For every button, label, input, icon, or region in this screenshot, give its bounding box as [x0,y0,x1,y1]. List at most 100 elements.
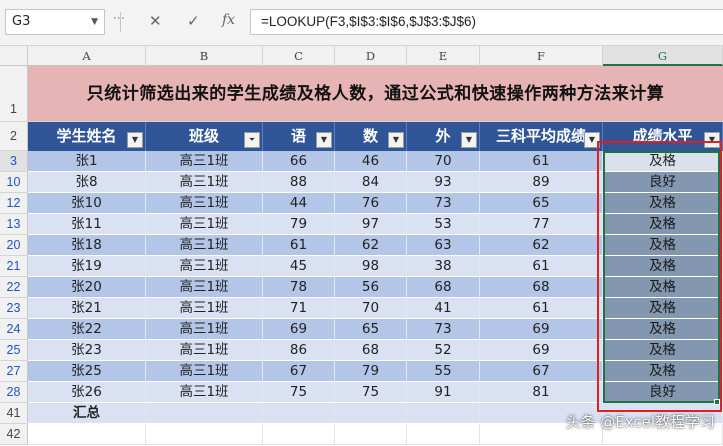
filter-active-icon[interactable]: ⏷ [244,132,260,148]
cell-a[interactable]: 张11 [28,214,146,235]
header-cell-f[interactable]: 三科平均成绩 ▼ [480,122,603,151]
cell-c[interactable]: 71 [263,298,335,319]
cell-f[interactable]: 89 [480,172,603,193]
row-header[interactable]: 27 [0,361,28,382]
cell-g[interactable]: 及格 [603,319,723,340]
cell-d[interactable]: 84 [335,172,407,193]
column-header-g[interactable]: G [603,46,723,66]
row-header[interactable]: 20 [0,235,28,256]
header-cell-b[interactable]: 班级 ⏷ [146,122,263,151]
header-cell-g[interactable]: 成绩水平 ▼ [603,122,723,151]
row-header[interactable]: 28 [0,382,28,403]
header-cell-e[interactable]: 外 ▼ [407,122,480,151]
row-header[interactable]: 23 [0,298,28,319]
cell-d[interactable]: 46 [335,151,407,172]
cell-a[interactable]: 张21 [28,298,146,319]
cell-e[interactable]: 63 [407,235,480,256]
select-all-corner[interactable] [0,46,28,66]
cell-e[interactable]: 53 [407,214,480,235]
cell-c[interactable]: 66 [263,151,335,172]
cell-empty[interactable] [335,424,407,445]
cell-f[interactable]: 69 [480,319,603,340]
cell-b[interactable]: 高三1班 [146,151,263,172]
row-header[interactable]: 25 [0,340,28,361]
cell-g[interactable]: 及格 [603,277,723,298]
header-cell-a[interactable]: 学生姓名 ▼ [28,122,146,151]
cell-f[interactable]: 61 [480,151,603,172]
row-header[interactable]: 24 [0,319,28,340]
cell-g[interactable]: 及格 [603,361,723,382]
cell-e[interactable]: 52 [407,340,480,361]
cell-a[interactable]: 张8 [28,172,146,193]
row-header[interactable]: 12 [0,193,28,214]
cell-f[interactable]: 62 [480,235,603,256]
row-header[interactable]: 10 [0,172,28,193]
column-header-a[interactable]: A [28,46,146,66]
cell-a[interactable]: 张22 [28,319,146,340]
column-header-b[interactable]: B [146,46,263,66]
cell-empty[interactable] [263,424,335,445]
cell-e[interactable]: 93 [407,172,480,193]
cell-b[interactable]: 高三1班 [146,256,263,277]
cell-c[interactable]: 78 [263,277,335,298]
cell-g[interactable]: 良好 [603,172,723,193]
cell-b[interactable]: 高三1班 [146,193,263,214]
cell-c[interactable]: 67 [263,361,335,382]
cell-e[interactable]: 38 [407,256,480,277]
filter-dropdown-icon[interactable]: ▼ [127,132,143,148]
cell-b[interactable]: 高三1班 [146,172,263,193]
summary-label[interactable]: 汇总 [28,403,146,424]
cell-a[interactable]: 张20 [28,277,146,298]
cell-e[interactable]: 41 [407,298,480,319]
column-header-f[interactable]: F [480,46,603,66]
row-header[interactable]: 3 [0,151,28,172]
cell-a[interactable]: 张19 [28,256,146,277]
cell-a[interactable]: 张1 [28,151,146,172]
cell-e[interactable]: 55 [407,361,480,382]
column-header-d[interactable]: D [335,46,407,66]
name-box[interactable]: G3 ▼ [5,9,105,35]
cell-d[interactable]: 65 [335,319,407,340]
cell-empty[interactable] [263,403,335,424]
cell-e[interactable]: 73 [407,193,480,214]
cell-c[interactable]: 69 [263,319,335,340]
column-header-c[interactable]: C [263,46,335,66]
cell-a[interactable]: 张18 [28,235,146,256]
cell-g[interactable]: 良好 [603,382,723,403]
cell-d[interactable]: 76 [335,193,407,214]
cell-b[interactable]: 高三1班 [146,298,263,319]
cell-b[interactable]: 高三1班 [146,361,263,382]
cell-f[interactable]: 65 [480,193,603,214]
row-header[interactable]: 22 [0,277,28,298]
filter-dropdown-icon[interactable]: ▼ [461,132,477,148]
cell-empty[interactable] [146,403,263,424]
cell-f[interactable]: 77 [480,214,603,235]
cell-f[interactable]: 81 [480,382,603,403]
fill-handle[interactable] [714,399,720,405]
cell-f[interactable]: 61 [480,256,603,277]
cell-d[interactable]: 98 [335,256,407,277]
row-header-empty[interactable]: 42 [0,424,28,445]
cell-empty[interactable] [146,424,263,445]
cell-b[interactable]: 高三1班 [146,214,263,235]
cell-e[interactable]: 70 [407,151,480,172]
cell-c[interactable]: 61 [263,235,335,256]
cell-f[interactable]: 69 [480,340,603,361]
cell-f[interactable]: 68 [480,277,603,298]
cell-empty[interactable] [335,403,407,424]
enter-icon[interactable]: ✓ [187,12,200,30]
cell-c[interactable]: 75 [263,382,335,403]
sheet-title[interactable]: 只统计筛选出来的学生成绩及格人数，通过公式和快速操作两种方法来计算 [28,66,723,122]
cell-b[interactable]: 高三1班 [146,319,263,340]
cell-d[interactable]: 75 [335,382,407,403]
column-header-e[interactable]: E [407,46,480,66]
row-header[interactable]: 13 [0,214,28,235]
cell-c[interactable]: 79 [263,214,335,235]
cell-c[interactable]: 44 [263,193,335,214]
cell-d[interactable]: 97 [335,214,407,235]
filter-dropdown-icon[interactable]: ▼ [316,132,332,148]
cell-g[interactable]: 及格 [603,151,723,172]
cell-e[interactable]: 68 [407,277,480,298]
cell-a[interactable]: 张25 [28,361,146,382]
cell-c[interactable]: 86 [263,340,335,361]
